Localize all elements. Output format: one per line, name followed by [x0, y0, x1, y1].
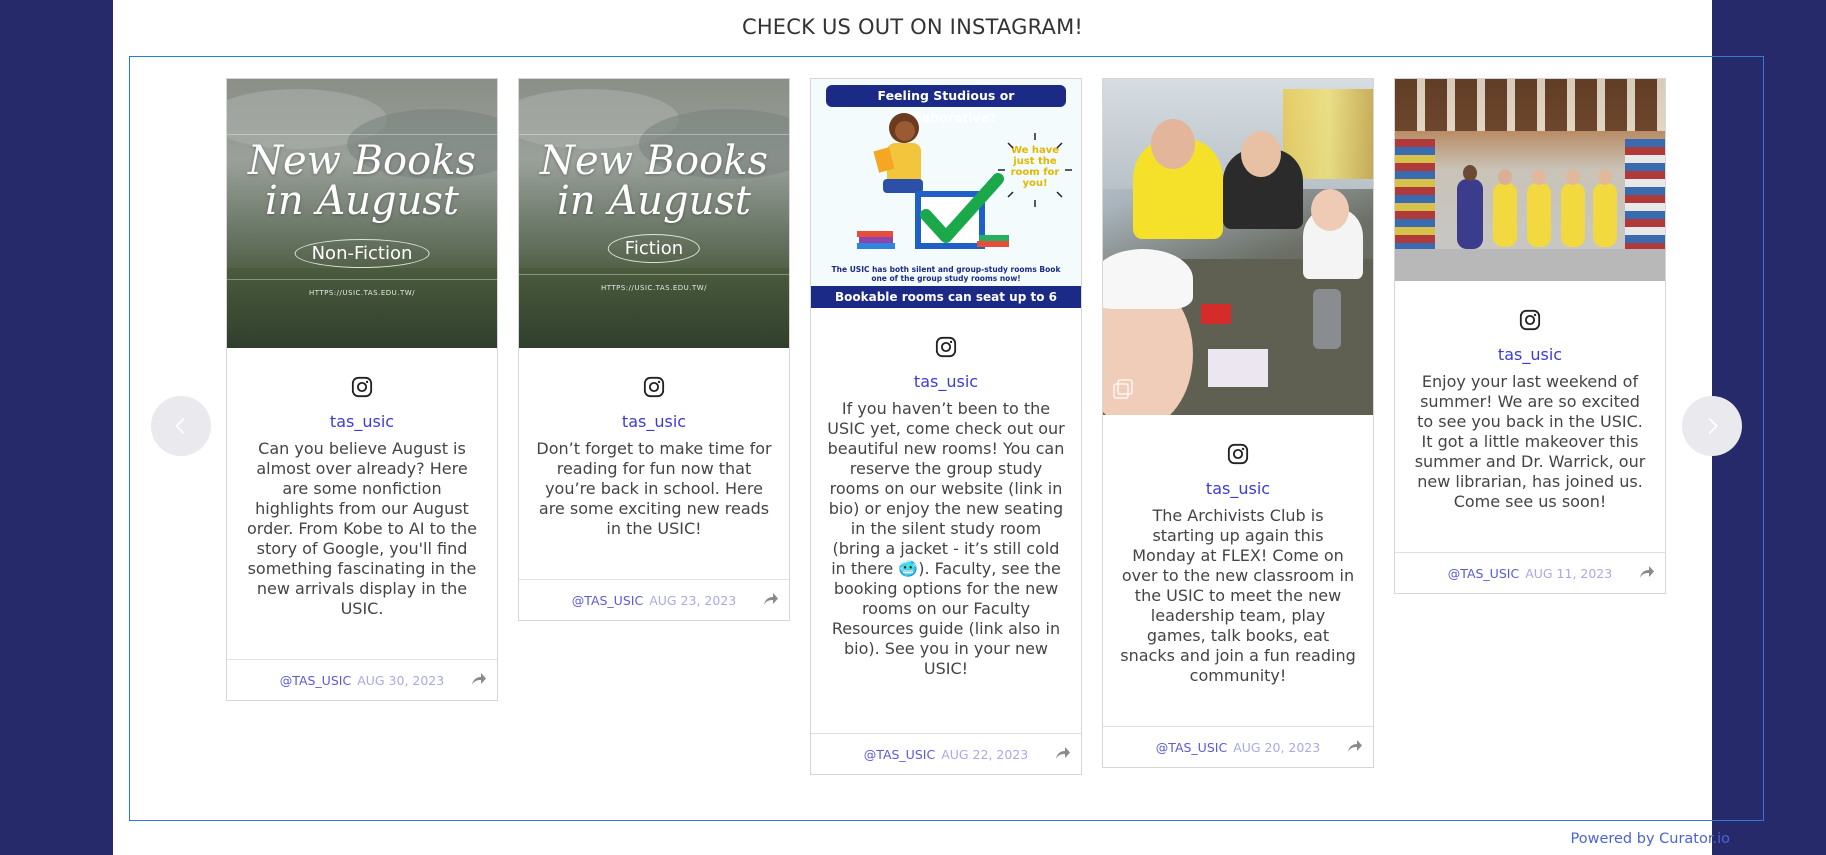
post-username[interactable]: tas_usic — [227, 412, 497, 431]
share-icon[interactable] — [1347, 739, 1363, 756]
post-date[interactable]: AUG 11, 2023 — [1525, 566, 1612, 581]
carousel-icon — [1113, 379, 1133, 403]
post-date[interactable]: AUG 20, 2023 — [1233, 740, 1320, 755]
post-username[interactable]: tas_usic — [519, 412, 789, 431]
instagram-icon[interactable] — [1103, 443, 1373, 465]
post-date[interactable]: AUG 23, 2023 — [649, 593, 736, 608]
share-icon[interactable] — [1055, 746, 1071, 763]
post-username[interactable]: tas_usic — [1103, 479, 1373, 498]
post-image[interactable] — [1395, 79, 1665, 281]
image-banner: Feeling Studious or Collaborative? — [826, 85, 1066, 125]
image-title-line1: New Books — [540, 138, 768, 184]
post-card[interactable]: Feeling Studious or Collaborative? We ha… — [810, 78, 1082, 775]
powered-by-link[interactable]: Powered by Curator.io — [1570, 831, 1730, 847]
instagram-icon[interactable] — [811, 336, 1081, 358]
image-caption: The USIC has both silent and group-study… — [831, 265, 1061, 283]
post-footer: @TAS_USIC AUG 20, 2023 — [1103, 726, 1373, 767]
image-footer: Bookable rooms can seat up to 6 people — [811, 286, 1081, 308]
post-image[interactable]: New Books in August Fiction HTTPS://USIC… — [519, 79, 789, 348]
next-button[interactable] — [1682, 396, 1742, 456]
page-content: CHECK US OUT ON INSTAGRAM! New Books in … — [113, 0, 1764, 855]
post-text: If you haven’t been to the USIC yet, com… — [827, 399, 1065, 678]
image-title-line2: in August — [265, 178, 459, 224]
instagram-icon[interactable] — [519, 376, 789, 398]
share-icon[interactable] — [763, 592, 779, 609]
post-footer: @TAS_USIC AUG 30, 2023 — [227, 659, 497, 700]
image-category-pill: Non-Fiction — [294, 239, 430, 268]
post-image[interactable]: New Books in August Non-Fiction HTTPS://… — [227, 79, 497, 348]
post-text: Don’t forget to make time for reading fo… — [536, 439, 772, 538]
image-category-pill: Fiction — [607, 234, 701, 263]
share-icon[interactable] — [1639, 565, 1655, 582]
instagram-icon[interactable] — [1395, 309, 1665, 331]
chevron-left-icon — [175, 418, 185, 434]
post-footer: @TAS_USIC AUG 23, 2023 — [519, 579, 789, 620]
post-image[interactable] — [1103, 79, 1373, 415]
post-handle[interactable]: @TAS_USIC — [864, 747, 935, 762]
image-url: HTTPS://USIC.TAS.EDU.TW/ — [308, 289, 416, 297]
post-text: The Archivists Club is starting up again… — [1120, 506, 1356, 685]
post-date[interactable]: AUG 30, 2023 — [357, 673, 444, 688]
post-footer: @TAS_USIC AUG 22, 2023 — [811, 733, 1081, 774]
image-title-line1: New Books — [248, 138, 476, 184]
post-text: Can you believe August is almost over al… — [247, 439, 477, 618]
post-handle[interactable]: @TAS_USIC — [1448, 566, 1519, 581]
post-card[interactable]: New Books in August Fiction HTTPS://USIC… — [518, 78, 790, 621]
post-footer: @TAS_USIC AUG 11, 2023 — [1395, 552, 1665, 593]
post-card[interactable]: tas_usic Enjoy your last weekend of summ… — [1394, 78, 1666, 594]
prev-button[interactable] — [151, 396, 211, 456]
section-heading: CHECK US OUT ON INSTAGRAM! — [741, 15, 1084, 39]
post-username[interactable]: tas_usic — [811, 372, 1081, 391]
post-text: Enjoy your last weekend of summer! We ar… — [1414, 372, 1646, 511]
image-url: HTTPS://USIC.TAS.EDU.TW/ — [600, 284, 708, 292]
post-image[interactable]: Feeling Studious or Collaborative? We ha… — [811, 79, 1081, 308]
post-username[interactable]: tas_usic — [1395, 345, 1665, 364]
post-handle[interactable]: @TAS_USIC — [1156, 740, 1227, 755]
image-title-line2: in August — [557, 178, 751, 224]
instagram-feed: New Books in August Non-Fiction HTTPS://… — [129, 56, 1764, 847]
share-icon[interactable] — [471, 672, 487, 689]
post-card[interactable]: tas_usic The Archivists Club is starting… — [1102, 78, 1374, 768]
post-handle[interactable]: @TAS_USIC — [572, 593, 643, 608]
instagram-icon[interactable] — [227, 376, 497, 398]
chevron-right-icon — [1708, 418, 1718, 434]
post-handle[interactable]: @TAS_USIC — [280, 673, 351, 688]
post-card[interactable]: New Books in August Non-Fiction HTTPS://… — [226, 78, 498, 701]
post-date[interactable]: AUG 22, 2023 — [941, 747, 1028, 762]
